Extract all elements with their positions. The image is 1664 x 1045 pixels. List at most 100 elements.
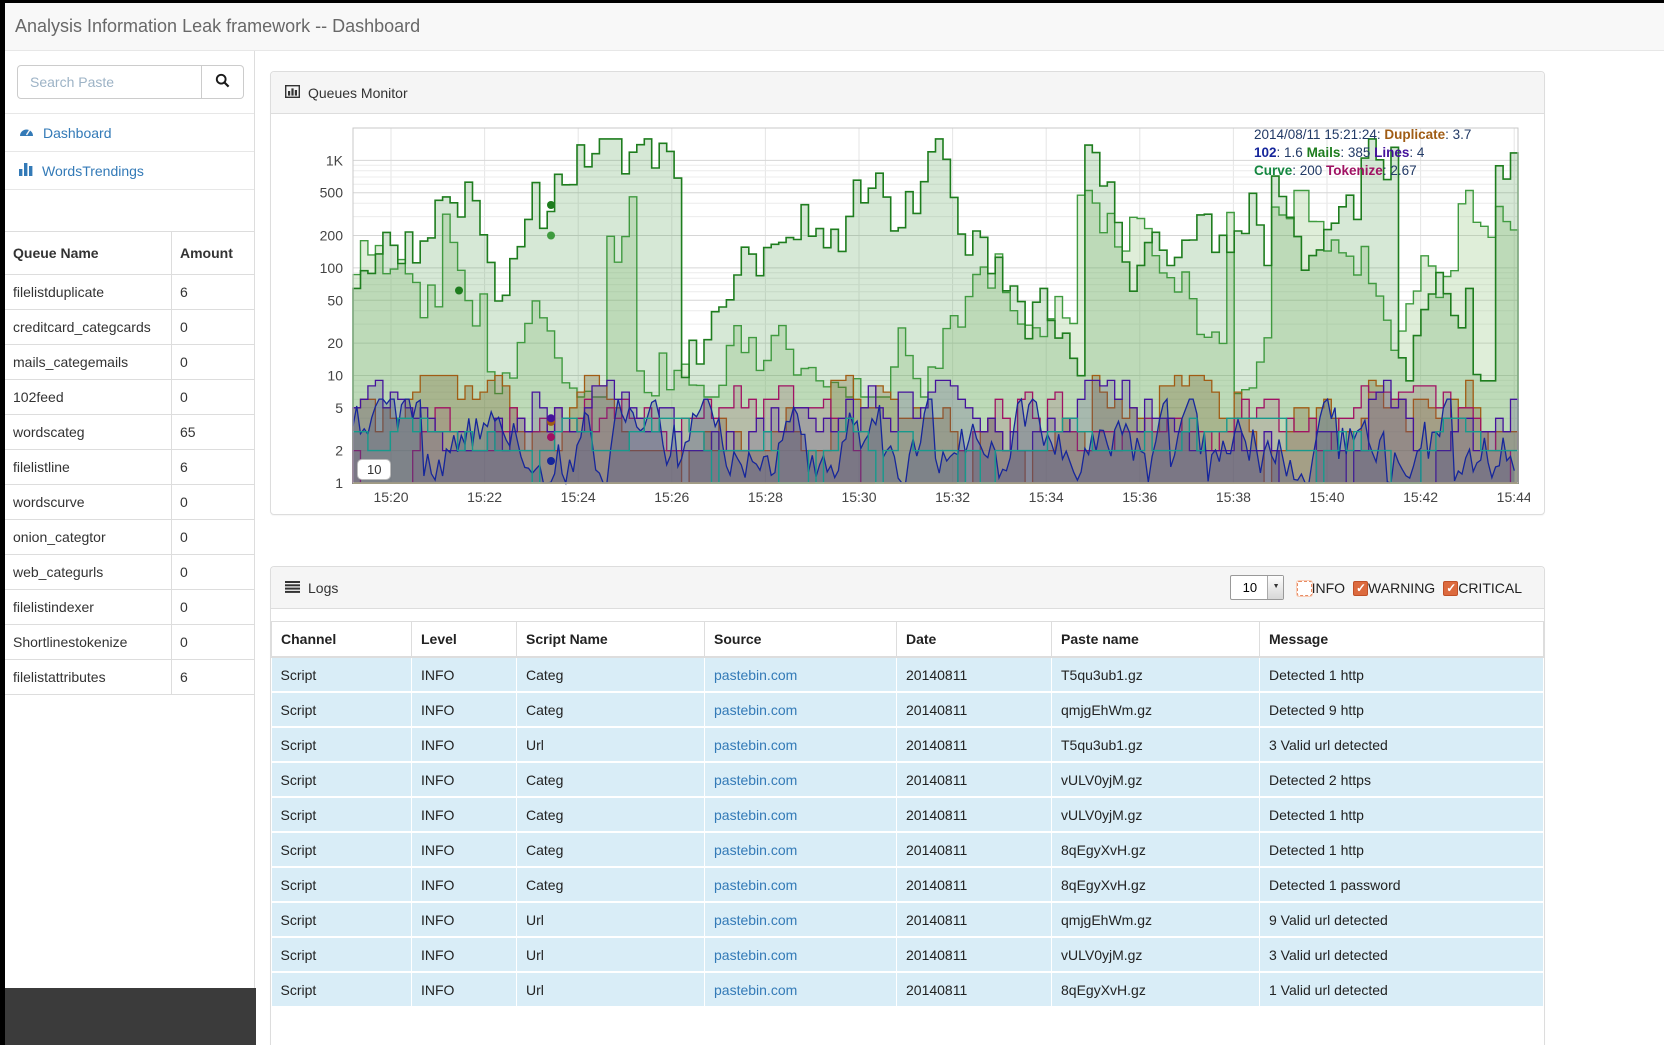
- svg-text:5: 5: [335, 400, 343, 416]
- svg-text:2: 2: [335, 443, 343, 459]
- log-level-filters: INFOWARNINGCRITICAL: [1297, 580, 1530, 596]
- log-row: ScriptINFOCategpastebin.com20140811T5qu3…: [272, 657, 1544, 692]
- cell: filelistduplicate: [5, 275, 172, 310]
- page-size-select-wrap: 10: [1230, 575, 1284, 600]
- cell: qmjgEhWm.gz: [1052, 692, 1260, 727]
- cell: 20140811: [897, 797, 1052, 832]
- cell: mails_categemails: [5, 345, 172, 380]
- svg-text:15:38: 15:38: [1216, 489, 1251, 505]
- cell: pastebin.com: [705, 657, 897, 692]
- cell: Detected 1 http: [1260, 832, 1544, 867]
- filter-checkbox-info[interactable]: [1297, 581, 1312, 596]
- legend-line: Curve: 200 Tokenize: 2.67: [1254, 162, 1471, 180]
- legend-segment: : 3.7: [1445, 127, 1471, 142]
- cell: Script: [272, 727, 412, 762]
- cell: 9 Valid url detected: [1260, 902, 1544, 937]
- legend-segment: Lines: [1374, 145, 1409, 160]
- cell: Detected 1 http: [1260, 797, 1544, 832]
- legend-segment: Duplicate: [1384, 127, 1445, 142]
- source-link[interactable]: pastebin.com: [714, 947, 797, 963]
- cell: 20140811: [897, 692, 1052, 727]
- search-input[interactable]: [17, 65, 202, 99]
- cell: Script: [272, 832, 412, 867]
- filter-checkbox-warning[interactable]: [1353, 581, 1368, 596]
- queue-row: wordscateg65: [5, 415, 254, 450]
- cell: pastebin.com: [705, 692, 897, 727]
- sidebar-bottom-backdrop: [5, 988, 256, 1045]
- logs-heading: Logs 10 INFOWARNINGCRITICAL: [271, 567, 1544, 609]
- sidebar-item-wordstrendings[interactable]: WordsTrendings: [5, 152, 254, 190]
- cell: creditcard_categcards: [5, 310, 172, 345]
- cell: 20140811: [897, 657, 1052, 692]
- log-row: ScriptINFOUrlpastebin.com20140811qmjgEhW…: [272, 902, 1544, 937]
- cell: Categ: [517, 692, 705, 727]
- svg-text:15:22: 15:22: [467, 489, 502, 505]
- source-link[interactable]: pastebin.com: [714, 772, 797, 788]
- legend-segment: Mails: [1307, 145, 1341, 160]
- cell: pastebin.com: [705, 762, 897, 797]
- source-link[interactable]: pastebin.com: [714, 912, 797, 928]
- queue-table: Queue NameAmount filelistduplicate6credi…: [5, 231, 254, 695]
- source-link[interactable]: pastebin.com: [714, 702, 797, 718]
- cell: Categ: [517, 762, 705, 797]
- cell: vULV0yjM.gz: [1052, 762, 1260, 797]
- cell: 8qEgyXvH.gz: [1052, 867, 1260, 902]
- cell: pastebin.com: [705, 937, 897, 972]
- logs-table-body: ScriptINFOCategpastebin.com20140811T5qu3…: [272, 657, 1544, 1007]
- queue-table-body: filelistduplicate6creditcard_categcards0…: [5, 275, 254, 695]
- cell: INFO: [412, 867, 517, 902]
- cell: vULV0yjM.gz: [1052, 797, 1260, 832]
- svg-text:100: 100: [320, 260, 344, 276]
- page-size-select[interactable]: 10: [1230, 575, 1284, 600]
- cell: 3 Valid url detected: [1260, 937, 1544, 972]
- cell: T5qu3ub1.gz: [1052, 657, 1260, 692]
- search-button[interactable]: [202, 65, 244, 99]
- sidebar-item-label: WordsTrendings: [42, 163, 144, 179]
- source-link[interactable]: pastebin.com: [714, 842, 797, 858]
- cell: 6: [172, 660, 255, 695]
- source-link[interactable]: pastebin.com: [714, 807, 797, 823]
- svg-text:15:20: 15:20: [373, 489, 408, 505]
- log-row: ScriptINFOCategpastebin.com20140811qmjgE…: [272, 692, 1544, 727]
- chart-legend: 2014/08/11 15:21:24: Duplicate: 3.7102: …: [1254, 126, 1471, 180]
- logs-table-header: ChannelLevelScript NameSourceDatePaste n…: [272, 622, 1544, 658]
- log-row: ScriptINFOUrlpastebin.com20140811vULV0yj…: [272, 937, 1544, 972]
- svg-text:15:34: 15:34: [1029, 489, 1064, 505]
- filter-checkbox-critical[interactable]: [1443, 581, 1458, 596]
- cell: 0: [172, 345, 255, 380]
- cell: INFO: [412, 762, 517, 797]
- legend-segment: : 1.6: [1277, 145, 1307, 160]
- cell: 3 Valid url detected: [1260, 727, 1544, 762]
- column-header: Paste name: [1052, 622, 1260, 658]
- cell: 1 Valid url detected: [1260, 972, 1544, 1007]
- source-link[interactable]: pastebin.com: [714, 877, 797, 893]
- cell: INFO: [412, 902, 517, 937]
- column-header: Level: [412, 622, 517, 658]
- cell: INFO: [412, 727, 517, 762]
- svg-text:15:44: 15:44: [1497, 489, 1530, 505]
- sidebar-nav: Dashboard WordsTrendings: [5, 113, 254, 190]
- cell: 20140811: [897, 832, 1052, 867]
- sidebar-item-dashboard[interactable]: Dashboard: [5, 114, 254, 152]
- log-row: ScriptINFOCategpastebin.com20140811vULV0…: [272, 797, 1544, 832]
- cell: wordscurve: [5, 485, 172, 520]
- log-row: ScriptINFOUrlpastebin.com201408118qEgyXv…: [272, 972, 1544, 1007]
- stats-icon: [285, 85, 300, 101]
- cell: 20140811: [897, 972, 1052, 1007]
- queue-row: filelistindexer0: [5, 590, 254, 625]
- source-link[interactable]: pastebin.com: [714, 667, 797, 683]
- cell: 0: [172, 625, 255, 660]
- cell: Shortlinestokenize: [5, 625, 172, 660]
- cell: Detected 9 http: [1260, 692, 1544, 727]
- logs-panel: Logs 10 INFOWARNINGCRITICAL ChannelLevel…: [270, 566, 1545, 1045]
- cell: Url: [517, 727, 705, 762]
- chart-body: 1K50020010050201052115:2015:2215:2415:26…: [271, 114, 1544, 522]
- column-header: Date: [897, 622, 1052, 658]
- svg-text:50: 50: [327, 292, 343, 308]
- source-link[interactable]: pastebin.com: [714, 982, 797, 998]
- cell: Detected 2 https: [1260, 762, 1544, 797]
- source-link[interactable]: pastebin.com: [714, 737, 797, 753]
- queue-row: mails_categemails0: [5, 345, 254, 380]
- cell: Script: [272, 937, 412, 972]
- queue-row: onion_categtor0: [5, 520, 254, 555]
